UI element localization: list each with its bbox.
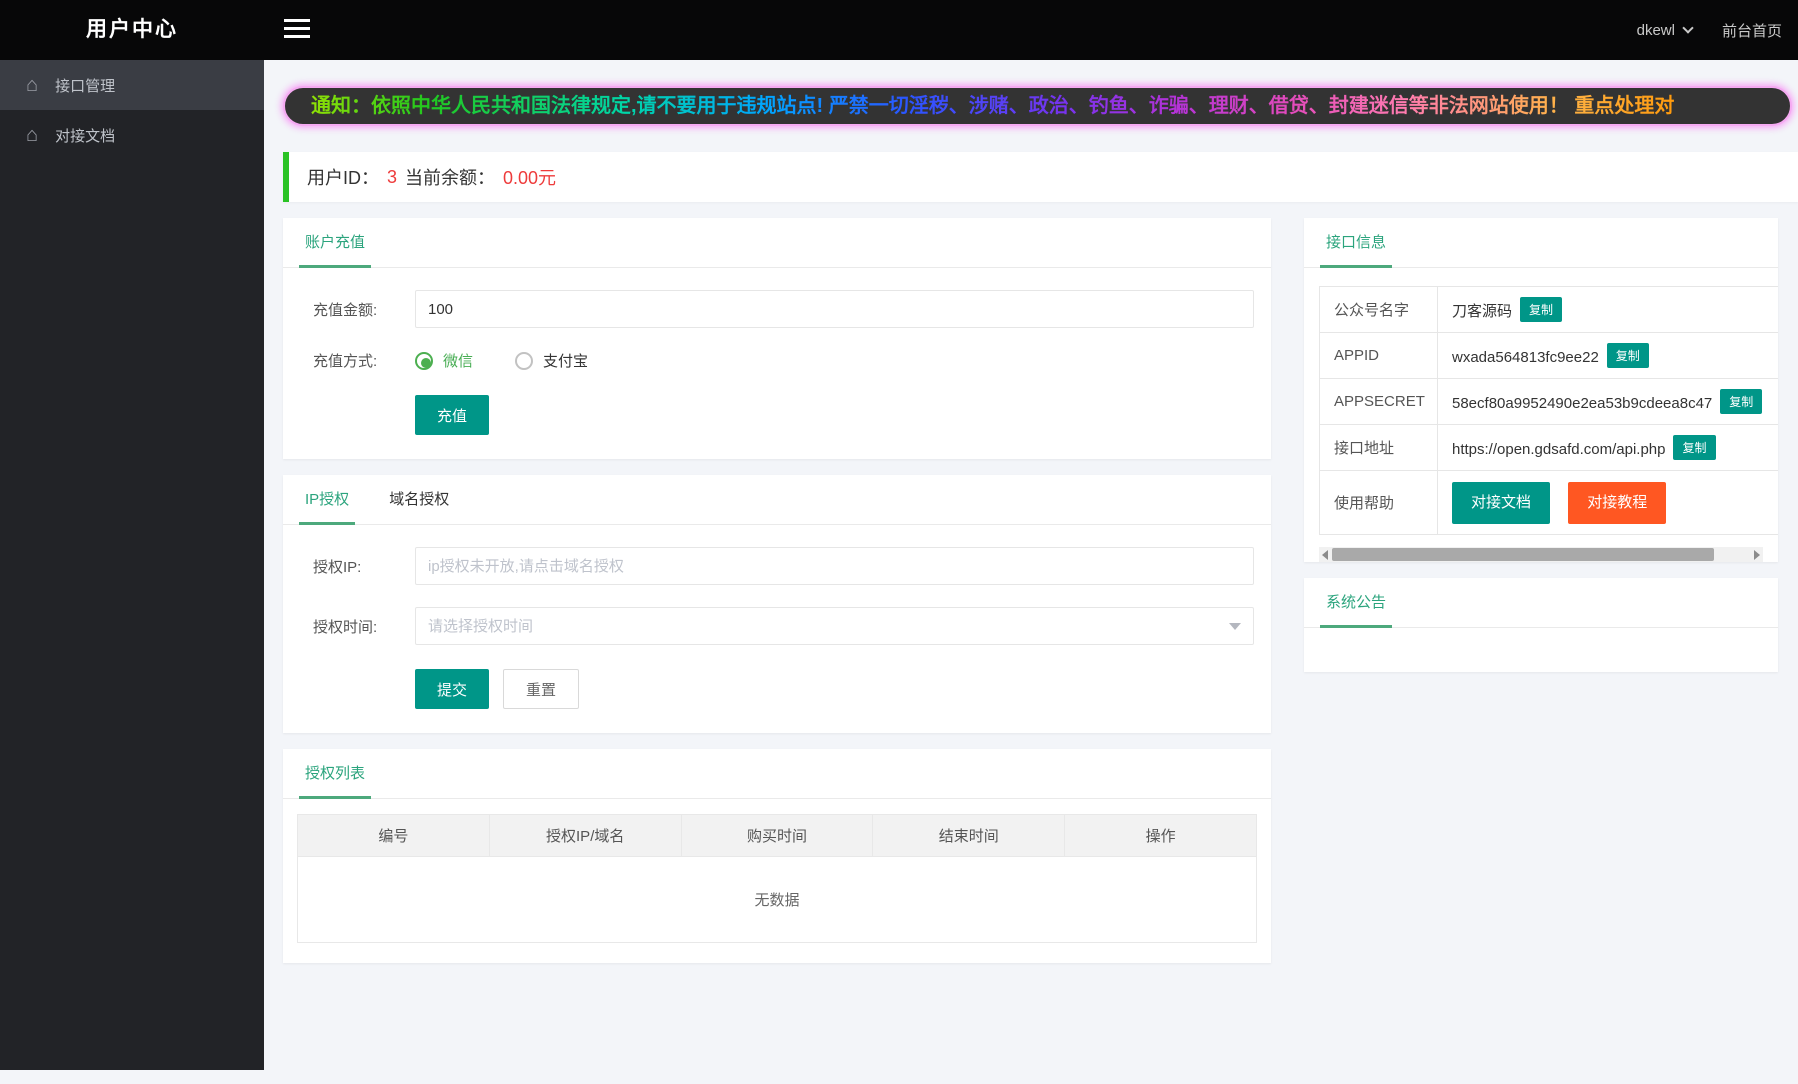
appsecret-value: 58ecf80a9952490e2ea53b9cdeea8c47 bbox=[1452, 395, 1713, 412]
radio-label: 微信 bbox=[443, 353, 474, 370]
user-id-label: 用户ID： bbox=[307, 168, 379, 188]
copy-button[interactable]: 复制 bbox=[1520, 297, 1563, 322]
announcement-title: 系统公告 bbox=[1320, 576, 1393, 628]
table-row: APPSECRET 58ecf80a9952490e2ea53b9cdeea8c… bbox=[1319, 378, 1778, 425]
balance-value: 0.00元 bbox=[503, 168, 557, 188]
sidebar-item-docs[interactable]: ⌂ 对接文档 bbox=[0, 110, 264, 160]
copy-button[interactable]: 复制 bbox=[1720, 389, 1763, 414]
reset-button[interactable]: 重置 bbox=[503, 669, 580, 709]
scroll-left-icon[interactable] bbox=[1322, 550, 1328, 560]
api-url-value: https://open.gdsafd.com/api.php bbox=[1452, 441, 1666, 458]
recharge-card-title: 账户充值 bbox=[299, 216, 372, 268]
copy-button[interactable]: 复制 bbox=[1673, 435, 1716, 460]
submit-button[interactable]: 提交 bbox=[415, 669, 490, 709]
api-info-card: 接口信息 公众号名字 刀客源码 复制 APPID wxada564813fc9ee… bbox=[1304, 218, 1778, 562]
appid-value: wxada564813fc9ee22 bbox=[1452, 349, 1599, 366]
auth-time-label: 授权时间: bbox=[313, 618, 378, 636]
notice-banner: 通知：依照中华人民共和国法律规定,请不要用于违规站点! 严禁一切淫秽、涉赌、政治… bbox=[283, 86, 1792, 126]
sidebar: ⌂ 接口管理 ⌂ 对接文档 bbox=[0, 60, 264, 1070]
sidebar-item-api-management[interactable]: ⌂ 接口管理 bbox=[0, 60, 264, 110]
scroll-right-icon[interactable] bbox=[1754, 550, 1760, 560]
auth-list-title: 授权列表 bbox=[299, 747, 372, 799]
scrollbar-thumb[interactable] bbox=[1332, 548, 1714, 561]
radio-wechat[interactable]: 微信 bbox=[415, 350, 473, 371]
row-label: APPSECRET bbox=[1319, 378, 1438, 425]
home-icon: ⌂ bbox=[26, 124, 39, 146]
horizontal-scrollbar[interactable] bbox=[1319, 547, 1763, 562]
app-title: 用户中心 bbox=[86, 18, 178, 41]
col-number: 编号 bbox=[297, 814, 490, 857]
auth-ip-input[interactable] bbox=[415, 547, 1254, 585]
sidebar-item-label: 对接文档 bbox=[55, 127, 116, 145]
user-info-bar: 用户ID： 3 当前余额： 0.00元 bbox=[283, 152, 1798, 202]
sidebar-item-label: 接口管理 bbox=[55, 77, 116, 95]
table-row-empty: 无数据 bbox=[298, 857, 1257, 943]
topbar: 用户中心 dkewl 前台首页 bbox=[0, 0, 1798, 60]
chevron-down-icon bbox=[1682, 22, 1694, 34]
select-arrow-icon bbox=[1229, 623, 1241, 630]
announcement-body bbox=[1304, 628, 1778, 672]
balance-label: 当前余额： bbox=[405, 168, 496, 188]
auth-card: IP授权 域名授权 授权IP: 授权时间: 提 bbox=[283, 475, 1271, 733]
tab-domain-auth[interactable]: 域名授权 bbox=[383, 473, 455, 524]
help-label: 使用帮助 bbox=[1319, 470, 1438, 535]
notice-text: 通知：依照中华人民共和国法律规定,请不要用于违规站点! 严禁一切淫秽、涉赌、政治… bbox=[285, 88, 1700, 124]
tab-ip-auth[interactable]: IP授权 bbox=[299, 473, 356, 525]
api-info-table: 公众号名字 刀客源码 复制 APPID wxada564813fc9ee22 复制 … bbox=[1319, 286, 1778, 535]
row-label: APPID bbox=[1319, 332, 1438, 379]
table-row: 公众号名字 刀客源码 复制 bbox=[1319, 286, 1778, 333]
table-row: APPID wxada564813fc9ee22 复制 bbox=[1319, 332, 1778, 379]
recharge-card: 账户充值 充值金额: 充值方式: 微信 bbox=[283, 218, 1271, 459]
radio-dot bbox=[415, 351, 433, 370]
radio-dot bbox=[515, 351, 534, 370]
row-label: 接口地址 bbox=[1319, 424, 1438, 471]
auth-list-card: 授权列表 编号 授权IP/域名 购买时间 结束时间 操作 无数据 bbox=[283, 749, 1271, 963]
col-buy-time: 购买时间 bbox=[680, 814, 874, 857]
empty-text: 无数据 bbox=[754, 892, 800, 909]
radio-label: 支付宝 bbox=[543, 353, 589, 370]
announcement-card: 系统公告 bbox=[1304, 578, 1778, 672]
auth-list-table: 编号 授权IP/域名 购买时间 结束时间 操作 无数据 bbox=[297, 814, 1257, 943]
auth-time-select[interactable] bbox=[415, 607, 1254, 645]
tutorial-button[interactable]: 对接教程 bbox=[1568, 481, 1667, 524]
col-action: 操作 bbox=[1064, 814, 1257, 857]
api-info-title: 接口信息 bbox=[1320, 216, 1393, 268]
method-label: 充值方式: bbox=[313, 353, 378, 370]
hamburger-menu-icon[interactable] bbox=[284, 19, 310, 41]
col-ip-domain: 授权IP/域名 bbox=[488, 814, 682, 857]
table-row: 接口地址 https://open.gdsafd.com/api.php 复制 bbox=[1319, 424, 1778, 471]
username: dkewl bbox=[1636, 21, 1675, 39]
auth-ip-label: 授权IP: bbox=[313, 558, 362, 576]
user-id-value: 3 bbox=[387, 166, 398, 187]
col-end-time: 结束时间 bbox=[872, 814, 1066, 857]
main-content: 通知：依照中华人民共和国法律规定,请不要用于违规站点! 严禁一切淫秽、涉赌、政治… bbox=[264, 60, 1798, 1070]
home-icon: ⌂ bbox=[26, 74, 39, 96]
copy-button[interactable]: 复制 bbox=[1606, 343, 1649, 368]
recharge-button[interactable]: 充值 bbox=[415, 395, 490, 435]
amount-input[interactable] bbox=[415, 290, 1254, 328]
amount-label: 充值金额: bbox=[313, 301, 378, 319]
user-dropdown[interactable]: dkewl bbox=[1636, 21, 1694, 39]
account-name-value: 刀客源码 bbox=[1452, 303, 1513, 320]
row-label: 公众号名字 bbox=[1319, 286, 1438, 333]
radio-alipay[interactable]: 支付宝 bbox=[515, 350, 588, 371]
table-row: 使用帮助 对接文档 对接教程 bbox=[1319, 470, 1778, 535]
front-home-link[interactable]: 前台首页 bbox=[1722, 20, 1782, 41]
docs-button[interactable]: 对接文档 bbox=[1452, 481, 1551, 524]
